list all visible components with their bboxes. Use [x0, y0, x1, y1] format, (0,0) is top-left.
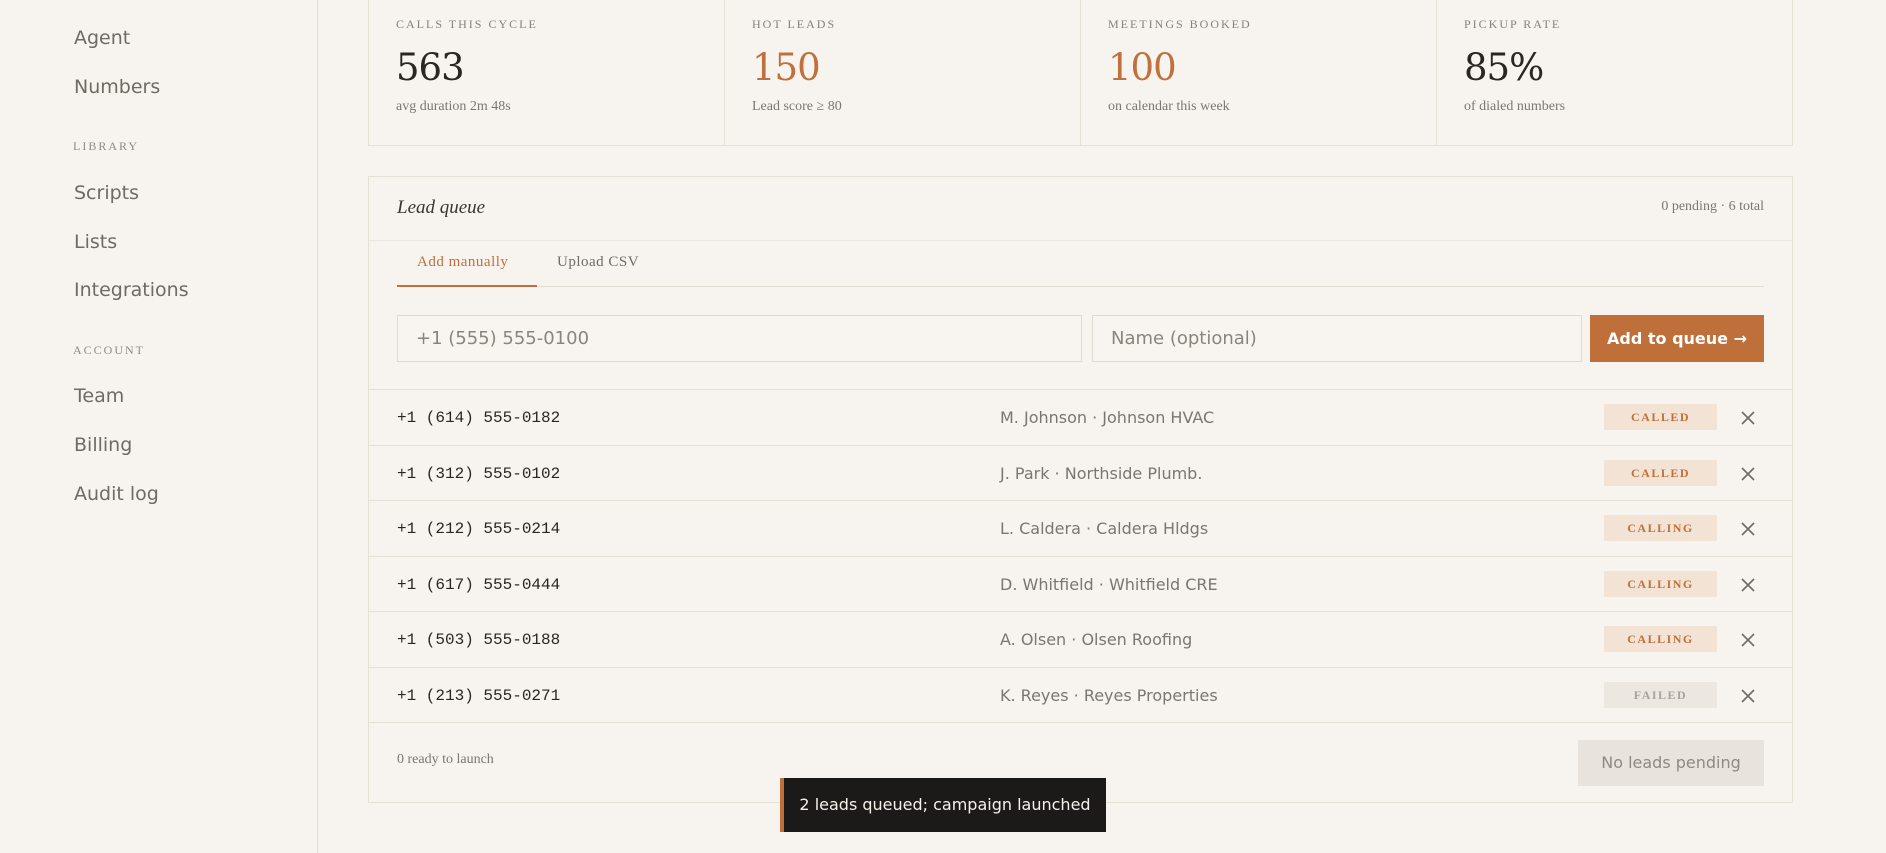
- lead-list: +1 (614) 555-0182 M. Johnson · Johnson H…: [369, 389, 1792, 723]
- lead-queue-title: Lead queue: [397, 197, 486, 218]
- stat-sub: on calendar this week: [1108, 99, 1230, 114]
- lead-name: A. Olsen · Olsen Roofing: [1000, 630, 1193, 649]
- stats-row: CALLS THIS CYCLE 563 avg duration 2m 48s…: [368, 0, 1793, 146]
- nav-item-scripts[interactable]: Scripts: [74, 182, 139, 204]
- stat-sub: avg duration 2m 48s: [396, 99, 511, 114]
- lead-queue-tabs: Add manually Upload CSV: [397, 241, 1764, 287]
- stat-label: PICKUP RATE: [1464, 17, 1562, 31]
- status-badge: CALLED: [1604, 459, 1717, 486]
- phone-input[interactable]: +1 (555) 555-0100: [397, 315, 1082, 362]
- stat-value: 150: [752, 46, 821, 89]
- lead-name: L. Caldera · Caldera Hldgs: [1000, 519, 1209, 538]
- lead-phone: +1 (213) 555-0271: [397, 686, 561, 705]
- nav-item-agent[interactable]: Agent: [74, 27, 130, 49]
- lead-phone: +1 (614) 555-0182: [397, 409, 561, 427]
- status-badge: CALLING: [1604, 626, 1717, 652]
- tab-add-manually[interactable]: Add manually: [397, 241, 537, 287]
- nav-item-integrations[interactable]: Integrations: [74, 279, 189, 301]
- nav-item-billing[interactable]: Billing: [74, 434, 132, 456]
- nav-item-audit-log[interactable]: Audit log: [74, 483, 159, 505]
- stat-value: 100: [1108, 46, 1177, 89]
- lead-phone: +1 (503) 555-0188: [397, 631, 561, 649]
- lead-row: +1 (503) 555-0188 A. Olsen · Olsen Roofi…: [369, 612, 1792, 668]
- status-badge: CALLED: [1604, 404, 1717, 430]
- stat-sub: Lead score ≥ 80: [752, 99, 842, 114]
- lead-row: +1 (212) 555-0214 L. Caldera · Caldera H…: [369, 501, 1792, 557]
- stat-value: 563: [396, 46, 465, 89]
- stat-calls-this-cycle: CALLS THIS CYCLE 563 avg duration 2m 48s: [369, 0, 725, 145]
- sidebar: Agent Numbers LIBRARY Scripts Lists Inte…: [0, 0, 318, 853]
- stat-label: MEETINGS BOOKED: [1108, 17, 1252, 31]
- nav-item-team[interactable]: Team: [74, 385, 124, 407]
- add-to-queue-button[interactable]: Add to queue →: [1590, 315, 1764, 362]
- status-badge: CALLING: [1604, 570, 1717, 597]
- lead-name: J. Park · Northside Plumb.: [1000, 463, 1203, 483]
- close-icon[interactable]: [1739, 576, 1757, 594]
- stat-hot-leads: HOT LEADS 150 Lead score ≥ 80: [725, 0, 1081, 145]
- lead-phone: +1 (312) 555-0102: [397, 464, 561, 483]
- close-icon[interactable]: [1739, 409, 1757, 427]
- close-icon[interactable]: [1739, 520, 1757, 538]
- stat-value: 85%: [1464, 46, 1544, 89]
- no-leads-pending-button[interactable]: No leads pending: [1578, 740, 1764, 786]
- status-badge: FAILED: [1604, 681, 1717, 708]
- close-icon[interactable]: [1739, 631, 1757, 649]
- ready-to-launch-text: 0 ready to launch: [397, 752, 494, 767]
- lead-queue-count: 0 pending · 6 total: [1661, 199, 1764, 214]
- nav-section-library: LIBRARY: [73, 139, 140, 153]
- lead-row: +1 (213) 555-0271 K. Reyes · Reyes Prope…: [369, 668, 1792, 723]
- nav-item-lists[interactable]: Lists: [74, 231, 117, 253]
- lead-row: +1 (312) 555-0102 J. Park · Northside Pl…: [369, 446, 1792, 501]
- lead-queue-panel: Lead queue 0 pending · 6 total Add manua…: [368, 176, 1793, 803]
- name-input[interactable]: Name (optional): [1092, 315, 1582, 362]
- lead-phone: +1 (212) 555-0214: [397, 520, 561, 538]
- stat-sub: of dialed numbers: [1464, 99, 1566, 114]
- close-icon[interactable]: [1739, 687, 1757, 705]
- tab-upload-csv[interactable]: Upload CSV: [557, 241, 639, 287]
- lead-phone: +1 (617) 555-0444: [397, 575, 561, 594]
- close-icon[interactable]: [1739, 465, 1757, 483]
- nav-item-numbers[interactable]: Numbers: [74, 76, 160, 98]
- stat-meetings-booked: MEETINGS BOOKED 100 on calendar this wee…: [1081, 0, 1437, 145]
- stat-label: HOT LEADS: [752, 17, 837, 31]
- toast-notification: 2 leads queued; campaign launched: [780, 778, 1106, 832]
- lead-name: D. Whitfield · Whitfield CRE: [1000, 574, 1218, 594]
- nav-section-account: ACCOUNT: [73, 343, 146, 357]
- stat-label: CALLS THIS CYCLE: [396, 17, 538, 31]
- lead-row: +1 (617) 555-0444 D. Whitfield · Whitfie…: [369, 557, 1792, 612]
- stat-pickup-rate: PICKUP RATE 85% of dialed numbers: [1437, 0, 1792, 145]
- lead-name: K. Reyes · Reyes Properties: [1000, 685, 1218, 705]
- status-badge: CALLING: [1604, 515, 1717, 541]
- lead-row: +1 (614) 555-0182 M. Johnson · Johnson H…: [369, 390, 1792, 446]
- lead-name: M. Johnson · Johnson HVAC: [1000, 408, 1215, 427]
